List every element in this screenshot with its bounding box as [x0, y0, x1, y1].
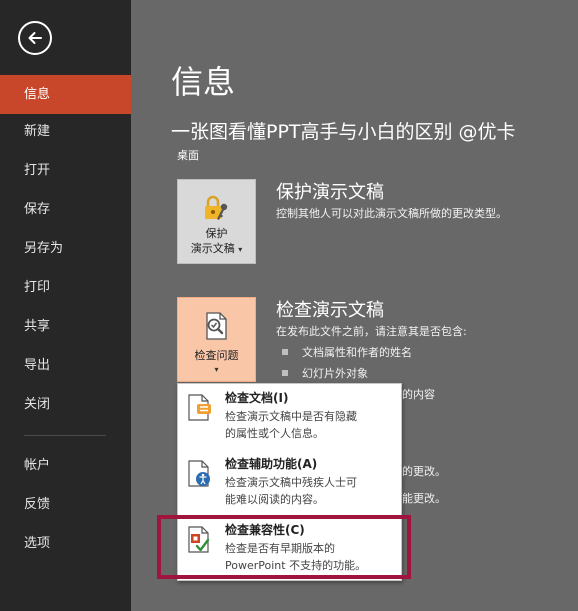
inspect-document-title: 检查文档(I) [225, 391, 289, 405]
bullet-square-icon [282, 370, 288, 376]
nav-export[interactable]: 导出 [0, 346, 131, 385]
nav-info[interactable]: 信息 [0, 75, 131, 114]
nav-save-as[interactable]: 另存为 [0, 229, 131, 268]
nav-options[interactable]: 选项 [0, 524, 131, 563]
menu-desc-line: 检查是否有早期版本的 [225, 542, 335, 555]
back-button[interactable] [18, 21, 52, 55]
obscured-bullet-fragment: 的内容 [402, 388, 435, 401]
check-accessibility-menu-item[interactable]: 检查辅助功能(A) 检查演示文稿中残疾人士可 能难以阅读的内容。 [178, 452, 401, 512]
check-accessibility-description: 检查演示文稿中残疾人士可 能难以阅读的内容。 [225, 474, 357, 508]
check-for-issues-label: 检查问题 [194, 349, 239, 362]
protect-section-title: 保护演示文稿 [276, 182, 384, 203]
protect-button-label-line2: 演示文稿 ▾ [191, 241, 243, 256]
nav-print[interactable]: 打印 [0, 268, 131, 307]
check-for-issues-menu: 检查文档(I) 检查演示文稿中是否有隐藏 的属性或个人信息。 检查辅助功能(A) … [177, 383, 402, 581]
obscured-text-fragment: 的更改。 [402, 465, 446, 478]
inspect-document-menu-item[interactable]: 检查文档(I) 检查演示文稿中是否有隐藏 的属性或个人信息。 [178, 386, 401, 446]
inspect-document-icon [188, 394, 211, 421]
obscured-text-fragment: 能更改。 [402, 492, 446, 505]
inspect-section-description: 在发布此文件之前，请注意其是否包含: [276, 325, 467, 338]
menu-desc-line: 的属性或个人信息。 [225, 427, 324, 440]
check-for-issues-button[interactable]: 检查问题 ▾ [177, 297, 256, 382]
back-arrow-icon [28, 32, 42, 44]
inspect-bullet-text: 文档属性和作者的姓名 [302, 346, 412, 359]
nav-open[interactable]: 打开 [0, 151, 131, 190]
document-title: 一张图看懂PPT高手与小白的区别 @优卡 [171, 121, 516, 143]
protect-button-label-line1: 保护 [205, 227, 228, 240]
bullet-square-icon [282, 349, 288, 355]
inspect-bullet-text: 幻灯片外对象 [302, 367, 368, 380]
document-location[interactable]: 桌面 [177, 149, 199, 163]
nav-account[interactable]: 帐户 [0, 446, 131, 485]
nav-feedback[interactable]: 反馈 [0, 485, 131, 524]
check-compatibility-title: 检查兼容性(C) [225, 523, 305, 537]
accessibility-icon [188, 460, 210, 487]
nav-new[interactable]: 新建 [0, 112, 131, 151]
check-accessibility-title: 检查辅助功能(A) [225, 457, 318, 471]
protect-presentation-button[interactable]: 保护 演示文稿 ▾ [177, 179, 256, 264]
inspect-section-title: 检查演示文稿 [276, 300, 384, 321]
protect-section-description: 控制其他人可以对此演示文稿所做的更改类型。 [276, 207, 507, 220]
menu-desc-line: 能难以阅读的内容。 [225, 493, 324, 506]
chevron-down-icon: ▾ [238, 245, 243, 254]
inspect-bullet: 幻灯片外对象 [282, 366, 368, 382]
menu-desc-line: PowerPoint 不支持的功能。 [225, 559, 367, 572]
check-compatibility-description: 检查是否有早期版本的 PowerPoint 不支持的功能。 [225, 540, 366, 574]
inspect-bullet: 文档属性和作者的姓名 [282, 345, 412, 361]
check-compatibility-menu-item[interactable]: 检查兼容性(C) 检查是否有早期版本的 PowerPoint 不支持的功能。 [178, 518, 401, 578]
menu-desc-line: 检查演示文稿中是否有隐藏 [225, 410, 357, 423]
menu-desc-line: 检查演示文稿中残疾人士可 [225, 476, 357, 489]
protect-button-label-text: 演示文稿 [190, 242, 235, 255]
backstage-sidebar: 信息 新建 打开 保存 另存为 打印 共享 导出 关闭 帐户 反馈 选项 [0, 0, 131, 611]
inspect-document-description: 检查演示文稿中是否有隐藏 的属性或个人信息。 [225, 408, 357, 442]
compatibility-icon [188, 526, 210, 553]
nav-close[interactable]: 关闭 [0, 385, 131, 424]
inspect-document-icon [205, 312, 227, 340]
nav-save[interactable]: 保存 [0, 190, 131, 229]
nav-divider [24, 435, 106, 436]
lock-key-icon [204, 195, 227, 220]
chevron-down-icon: ▾ [214, 365, 219, 374]
nav-share[interactable]: 共享 [0, 307, 131, 346]
page-title: 信息 [171, 63, 236, 101]
